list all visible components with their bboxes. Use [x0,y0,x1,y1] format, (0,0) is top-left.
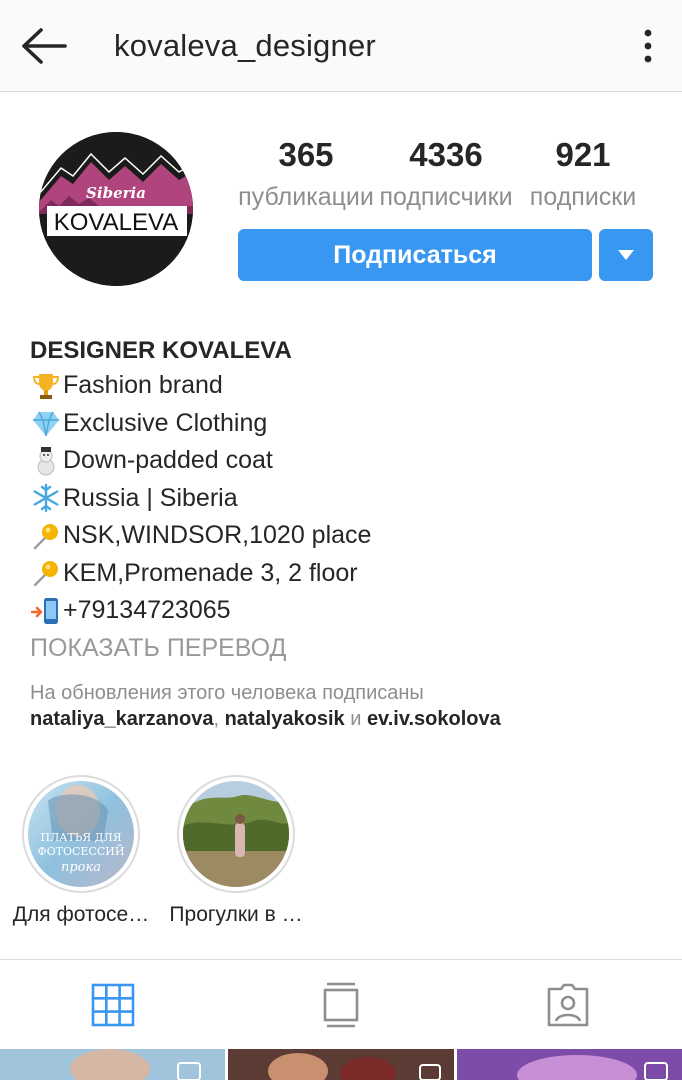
story-highlight[interactable]: Прогулки в … [161,775,311,927]
post-thumbnail[interactable] [0,1049,225,1080]
follow-button[interactable]: Подписаться [238,229,592,281]
bio-line-text: Down-padded coat [63,446,273,474]
svg-text:Siberia: Siberia [86,184,146,202]
followers-count-value: 4336 [409,136,483,173]
bio-line: +79134723065 [30,592,660,630]
bio-line-text: Fashion brand [63,371,223,399]
bio-line: NSK,WINDSOR,1020 place [30,517,660,555]
following-count-value: 921 [555,136,611,173]
highlight-cover: ПЛАТЬЯ ДЛЯ ФОТОСЕССИЙ прока [28,781,134,887]
svg-text:ПЛАТЬЯ ДЛЯ: ПЛАТЬЯ ДЛЯ [40,831,121,844]
posts-count-label: публикации [238,183,374,211]
more-options-button[interactable] [628,24,668,68]
bio-line: KEM,Promenade 3, 2 floor [30,555,660,593]
separator-comma: , [213,707,225,730]
snowman-icon [30,445,62,477]
followers-count[interactable]: 4336 подписчики [378,136,514,212]
profile-tabs [0,959,682,1049]
tab-tagged[interactable] [543,980,593,1030]
phone-number[interactable]: +79134723065 [63,592,231,630]
highlight-ring [177,775,295,893]
snowflake-icon [30,482,62,514]
follower-link[interactable]: nataliya_karzanova [30,708,213,730]
back-button[interactable] [18,22,70,70]
tab-feed[interactable] [316,980,366,1030]
follower-link[interactable]: ev.iv.sokolova [367,708,501,730]
highlight-label: Для фотосе… [12,903,150,926]
pushpin-icon [30,520,62,552]
svg-text:KOVALEVA: KOVALEVA [54,209,179,236]
svg-text:ФОТОСЕССИЙ: ФОТОСЕССИЙ [38,844,125,858]
phone-arrow-icon [30,595,62,627]
bio-line-text: KEM,Promenade 3, 2 floor [63,558,358,587]
bio-line-text: Russia | Siberia [63,483,238,512]
separator-and: и [344,707,367,730]
story-highlight[interactable]: ПЛАТЬЯ ДЛЯ ФОТОСЕССИЙ прока Для фотосе… [6,775,156,927]
pushpin-icon [30,557,62,589]
diamond-icon [30,407,62,439]
top-bar: kovaleva_designer [0,0,682,92]
bio-line: Russia | Siberia [30,480,660,518]
post-thumbnail[interactable] [457,1049,682,1080]
feed-icon [323,982,359,1028]
tagged-icon [547,983,589,1027]
tab-grid[interactable] [88,980,138,1030]
followed-by-text: На обновления этого человека подписаны [30,681,424,704]
post-thumbnail[interactable] [228,1049,454,1080]
posts-grid [0,1049,682,1080]
profile-avatar[interactable]: Siberia KOVALEVA [39,132,193,286]
profile-name: DESIGNER KOVALEVA [30,337,292,364]
followed-by-users: nataliya_karzanova, natalyakosik и ev.iv… [30,706,660,732]
back-arrow-icon [22,28,67,64]
posts-count[interactable]: 365 публикации [238,136,374,212]
trophy-icon [30,370,62,402]
svg-text:прока: прока [61,860,101,875]
followers-count-label: подписчики [379,183,513,211]
bio-line-text: NSK,WINDSOR,1020 place [63,521,372,549]
show-translation-link[interactable]: ПОКАЗАТЬ ПЕРЕВОД [30,630,660,666]
caret-down-icon [618,250,634,260]
follower-link[interactable]: natalyakosik [225,708,345,730]
suggested-accounts-button[interactable] [599,229,653,281]
highlight-cover [183,781,289,887]
following-count-label: подписки [529,183,637,211]
bio-line-text: Exclusive Clothing [63,408,268,437]
profile-bio: DESIGNER KOVALEVA Fashion brand Exclusiv… [30,335,660,732]
page-title: kovaleva_designer [114,28,376,63]
bio-line: Fashion brand [30,367,660,405]
bio-line: Exclusive Clothing [30,405,660,443]
bio-line: Down-padded coat [30,442,660,480]
posts-count-value: 365 [278,136,334,173]
more-vertical-icon [644,29,652,63]
grid-icon [91,983,135,1027]
highlight-ring: ПЛАТЬЯ ДЛЯ ФОТОСЕССИЙ прока [22,775,140,893]
highlight-label: Прогулки в … [169,903,303,926]
following-count[interactable]: 921 подписки [520,136,646,212]
